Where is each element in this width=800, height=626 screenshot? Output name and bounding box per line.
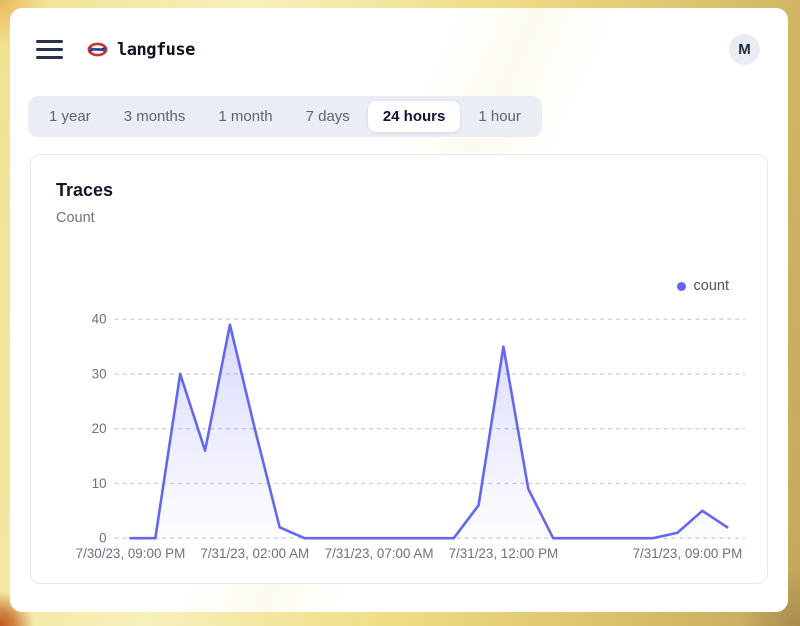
header: langfuse M: [10, 8, 788, 65]
x-tick-label: 7/31/23, 09:00 PM: [633, 546, 743, 561]
y-tick-label: 30: [92, 366, 107, 381]
tab-1-year[interactable]: 1 year: [34, 101, 106, 132]
y-tick-label: 0: [99, 531, 106, 546]
tab-1-hour[interactable]: 1 hour: [463, 101, 536, 132]
tab-3-months[interactable]: 3 months: [109, 101, 201, 132]
app-window: langfuse M 1 year 3 months 1 month 7 day…: [10, 8, 788, 612]
tab-24-hours[interactable]: 24 hours: [368, 101, 461, 132]
brand[interactable]: langfuse: [87, 40, 195, 60]
brand-name: langfuse: [117, 40, 195, 60]
x-tick-label: 7/31/23, 12:00 PM: [449, 546, 559, 561]
tab-7-days[interactable]: 7 days: [291, 101, 365, 132]
user-avatar[interactable]: M: [729, 34, 760, 65]
count-area-fill: [130, 325, 727, 539]
traces-chart-card: Traces Count count 0102030407/30/23, 09:…: [30, 154, 768, 584]
x-tick-label: 7/31/23, 02:00 AM: [200, 546, 309, 561]
langfuse-knot-logo-icon: [87, 42, 108, 57]
y-tick-label: 20: [92, 421, 107, 436]
tab-1-month[interactable]: 1 month: [203, 101, 287, 132]
traces-area-chart: 0 10 20 30 40 7/30/23, 09:00 PM 7/31/23, 02:00…: [31, 155, 767, 583]
x-tick-label: 7/30/23, 09:00 PM: [76, 546, 186, 561]
y-tick-label: 40: [92, 312, 107, 327]
y-tick-label: 10: [92, 476, 107, 491]
hamburger-menu-icon[interactable]: [36, 40, 63, 59]
x-tick-label: 7/31/23, 07:00 AM: [325, 546, 434, 561]
time-range-tabbar: 1 year 3 months 1 month 7 days 24 hours …: [28, 96, 542, 137]
